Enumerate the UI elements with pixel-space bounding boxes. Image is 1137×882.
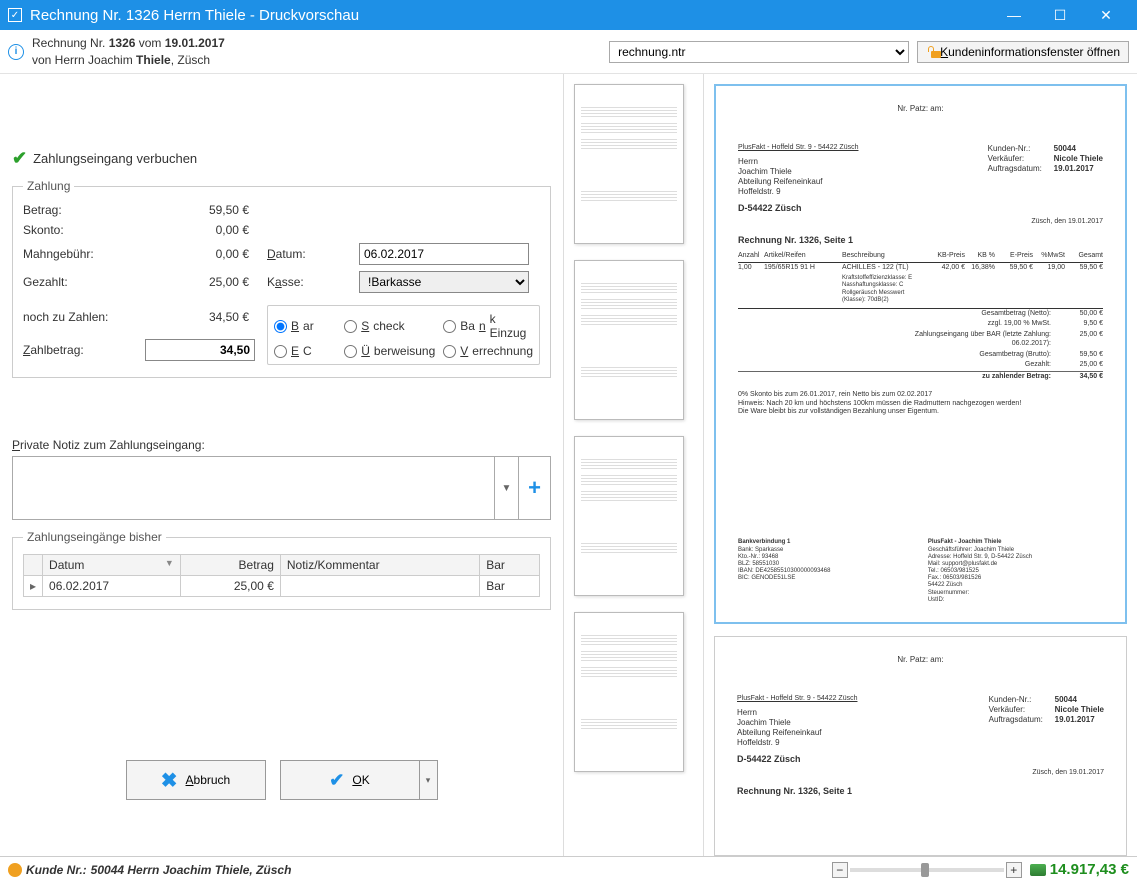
thumbnail-panel bbox=[563, 74, 703, 856]
close-button[interactable]: ✕ bbox=[1083, 0, 1129, 30]
template-select[interactable]: rechnung.ntr bbox=[609, 41, 909, 63]
radio-bank[interactable]: Bank Einzug bbox=[443, 312, 533, 340]
minimize-button[interactable]: — bbox=[991, 0, 1037, 30]
payment-method-radios: Bar Scheck Bank Einzug EC Überweisung Ve… bbox=[267, 305, 540, 365]
x-icon: ✖ bbox=[161, 768, 178, 793]
kasse-select[interactable]: !Barkasse bbox=[359, 271, 529, 293]
statusbar: Kunde Nr.: 50044 Herrn Joachim Thiele, Z… bbox=[0, 856, 1137, 882]
ok-button[interactable]: ✔ OK bbox=[280, 760, 420, 800]
page-thumbnail-4[interactable] bbox=[574, 612, 684, 772]
window-title: Rechnung Nr. 1326 Herrn Thiele - Druckvo… bbox=[30, 7, 991, 24]
note-add-button[interactable]: + bbox=[518, 457, 550, 519]
cancel-button[interactable]: ✖ Abbruch bbox=[126, 760, 266, 800]
payment-fieldset: Zahlung Betrag: 59,50 € Skonto: 0,00 € M… bbox=[12, 179, 551, 378]
customer-status: Kunde Nr.: 50044 Herrn Joachim Thiele, Z… bbox=[8, 863, 824, 877]
maximize-button[interactable]: ☐ bbox=[1037, 0, 1083, 30]
datum-input[interactable] bbox=[359, 243, 529, 265]
radio-scheck[interactable]: Scheck bbox=[344, 312, 435, 340]
page-thumbnail-2[interactable] bbox=[574, 260, 684, 420]
invoice-title: Rechnung Nr. 1326, Seite 1 bbox=[738, 235, 1103, 246]
radio-ueberweisung[interactable]: Überweisung bbox=[344, 344, 435, 358]
nr-patz-line: Nr. Patz: am: bbox=[738, 104, 1103, 114]
page-thumbnail-3[interactable] bbox=[574, 436, 684, 596]
money-icon bbox=[1030, 864, 1046, 876]
history-table: Datum ▼ Betrag Notiz/Kommentar Bar ▸ 06.… bbox=[23, 554, 540, 597]
radio-bar[interactable]: Bar bbox=[274, 312, 336, 340]
private-note-box: ▼ + bbox=[12, 456, 551, 520]
preview-page-1: Nr. Patz: am: PlusFakt - Hoffeld Str. 9 … bbox=[714, 84, 1127, 624]
open-customer-info-button[interactable]: Kundeninformationsfenster öffnen bbox=[917, 41, 1129, 63]
lbl-zahlbetrag: Zahlbetrag: bbox=[23, 343, 133, 357]
balance-display: 14.917,43 € bbox=[1030, 861, 1129, 878]
city-line: D-54422 Züsch bbox=[738, 203, 1103, 214]
col-notiz[interactable]: Notiz/Kommentar bbox=[280, 555, 479, 576]
zoom-knob[interactable] bbox=[921, 863, 929, 877]
page-thumbnail-1[interactable] bbox=[574, 84, 684, 244]
btn-label: undeninformationsfenster öffnen bbox=[948, 45, 1120, 59]
lbl-gezahlt: Gezahlt: bbox=[23, 275, 133, 289]
header-toolbar: i Rechnung Nr. 1326 vom 19.01.2017 von H… bbox=[0, 30, 1137, 74]
lock-icon bbox=[926, 46, 936, 58]
page-footer: Bankverbindung 1 Bank: Sparkasse Kto.-Nr… bbox=[738, 539, 1103, 604]
check-icon: ✔ bbox=[329, 770, 344, 791]
item-row: 1,00 195/65R15 91 H ACHILLES - 122 (TL) … bbox=[738, 263, 1103, 274]
lbl-kasse: Kasse: bbox=[267, 275, 347, 289]
titlebar: ✓ Rechnung Nr. 1326 Herrn Thiele - Druck… bbox=[0, 0, 1137, 30]
items-header: Anzahl Artikel/Reifen Beschreibung KB-Pr… bbox=[738, 252, 1103, 263]
preview-page-2: Nr. Patz: am: PlusFakt - Hoffeld Str. 9 … bbox=[714, 636, 1127, 856]
col-bar[interactable]: Bar bbox=[480, 555, 540, 576]
invoice-meta: Kunden-Nr.:50044 Verkäufer:Nicole Thiele… bbox=[988, 144, 1103, 197]
ok-dropdown[interactable]: ▾ bbox=[420, 760, 438, 800]
final-sum: zu zahlender Betrag:34,50 € bbox=[738, 371, 1103, 383]
history-legend: Zahlungseingänge bisher bbox=[23, 530, 166, 544]
panel-title: ✔ Zahlungseingang verbuchen bbox=[12, 148, 551, 169]
preview-pane[interactable]: Nr. Patz: am: PlusFakt - Hoffeld Str. 9 … bbox=[703, 74, 1137, 856]
lbl-noch: noch zu Zahlen: bbox=[23, 310, 133, 324]
info-icon: i bbox=[8, 44, 24, 60]
val-mahngeb: 0,00 € bbox=[145, 247, 255, 261]
dialog-buttons: ✖ Abbruch ✔ OK ▾ bbox=[12, 760, 551, 800]
payment-legend: Zahlung bbox=[23, 179, 74, 193]
invoice-notes: 0% Skonto bis zum 26.01.2017, rein Netto… bbox=[738, 391, 1103, 417]
val-betrag: 59,50 € bbox=[145, 203, 255, 217]
col-datum[interactable]: Datum ▼ bbox=[43, 555, 181, 576]
lbl-skonto: Skonto: bbox=[23, 223, 133, 237]
header-text: Rechnung Nr. 1326 vom 19.01.2017 von Her… bbox=[32, 35, 601, 69]
private-note-label: Private Notiz zum Zahlungseingang: bbox=[12, 438, 551, 452]
radio-verrechnung[interactable]: Verrechnung bbox=[443, 344, 533, 358]
payment-panel: ✔ Zahlungseingang verbuchen Zahlung Betr… bbox=[0, 74, 563, 856]
lbl-datum: Datum: bbox=[267, 247, 347, 261]
val-gezahlt: 25,00 € bbox=[145, 275, 255, 289]
lbl-betrag: Betrag: bbox=[23, 203, 133, 217]
zoom-slider[interactable]: − + bbox=[832, 861, 1022, 879]
table-row[interactable]: ▸ 06.02.2017 25,00 € Bar bbox=[24, 576, 540, 597]
val-skonto: 0,00 € bbox=[145, 223, 255, 237]
zoom-in-button[interactable]: + bbox=[1006, 862, 1022, 878]
person-icon bbox=[8, 863, 22, 877]
zoom-out-button[interactable]: − bbox=[832, 862, 848, 878]
main: ✔ Zahlungseingang verbuchen Zahlung Betr… bbox=[0, 74, 1137, 856]
private-note-textarea[interactable] bbox=[13, 457, 494, 519]
zahlbetrag-input[interactable] bbox=[145, 339, 255, 361]
check-icon: ✔ bbox=[12, 148, 27, 169]
radio-ec[interactable]: EC bbox=[274, 344, 336, 358]
col-betrag[interactable]: Betrag bbox=[180, 555, 280, 576]
note-dropdown-button[interactable]: ▼ bbox=[494, 457, 518, 519]
app-icon: ✓ bbox=[8, 8, 22, 22]
window-controls: — ☐ ✕ bbox=[991, 0, 1129, 30]
recipient-address: PlusFakt - Hoffeld Str. 9 - 54422 Züsch … bbox=[738, 144, 858, 197]
val-noch: 34,50 € bbox=[145, 310, 255, 324]
doc-date-line: Züsch, den 19.01.2017 bbox=[738, 218, 1103, 227]
item-row: Kraftstoffeffizienzklasse: E Nasshaftung… bbox=[738, 274, 1103, 306]
history-fieldset: Zahlungseingänge bisher Datum ▼ Betrag N… bbox=[12, 530, 551, 610]
lbl-mahngeb: Mahngebühr: bbox=[23, 247, 133, 261]
